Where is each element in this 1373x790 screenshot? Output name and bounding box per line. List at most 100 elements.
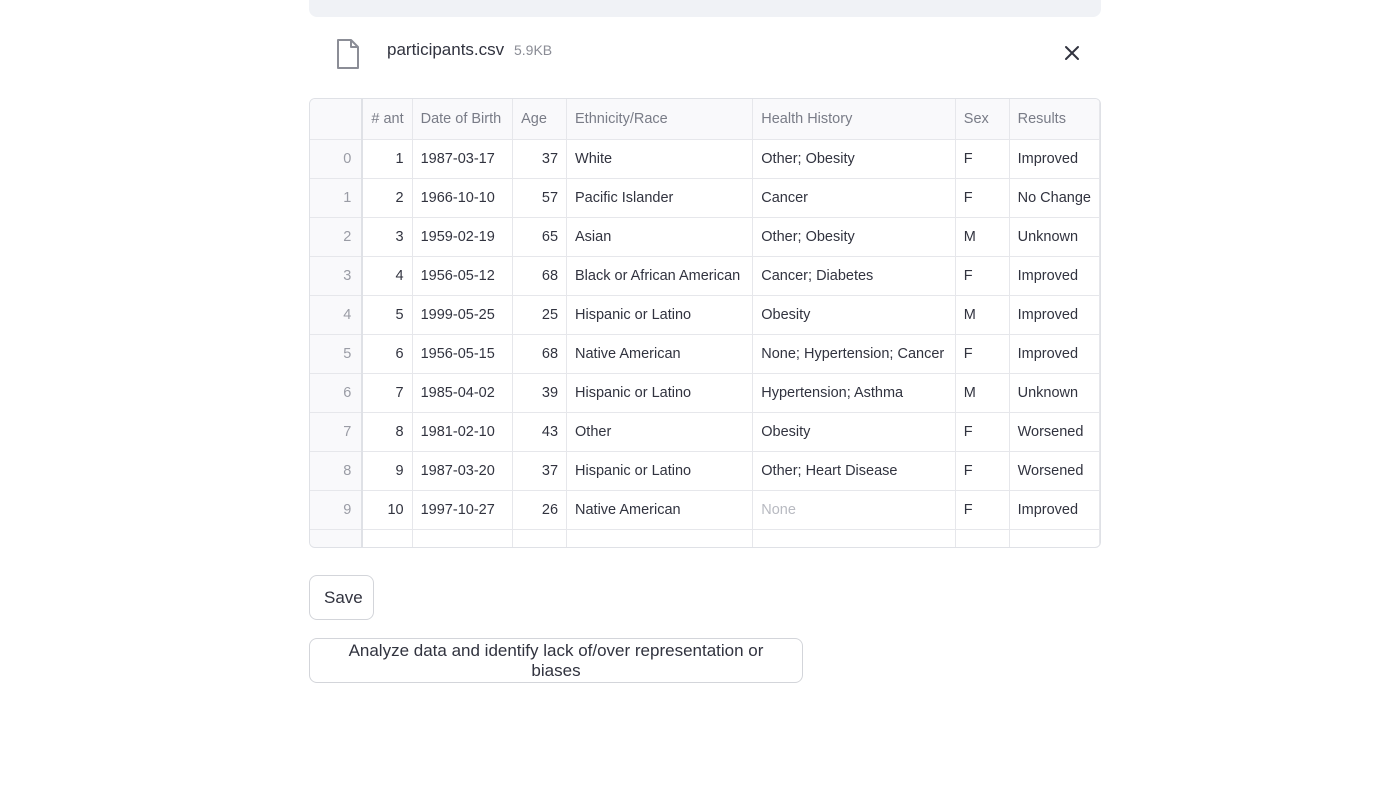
ethnicity-race-cell[interactable]: White bbox=[566, 139, 754, 179]
age-cell[interactable]: 68 bbox=[512, 256, 568, 296]
participant-number-cell[interactable]: 4 bbox=[362, 256, 413, 296]
header-participant-number[interactable]: ant # bbox=[362, 99, 413, 140]
save-button[interactable]: Save bbox=[309, 575, 374, 620]
date-of-birth-cell[interactable]: 1956-05-15 bbox=[412, 334, 514, 374]
age-cell[interactable]: 37 bbox=[512, 139, 568, 179]
participant-number-cell[interactable]: 5 bbox=[362, 295, 413, 335]
row-index: 9 bbox=[310, 490, 364, 530]
date-of-birth-cell[interactable]: 1981-02-10 bbox=[412, 412, 514, 452]
age-cell[interactable]: 65 bbox=[512, 217, 568, 257]
sex-cell[interactable]: F bbox=[955, 139, 1010, 179]
data-editor-grid[interactable]: ant # Date of Birth Age Ethnicity/Race H… bbox=[309, 98, 1101, 548]
table-row-partial bbox=[310, 529, 1100, 547]
sex-cell[interactable]: F bbox=[955, 490, 1010, 530]
age-cell[interactable]: 68 bbox=[512, 334, 568, 374]
header-results[interactable]: Results bbox=[1009, 99, 1100, 140]
health-history-cell[interactable]: Hypertension; Asthma bbox=[752, 373, 956, 413]
date-of-birth-cell[interactable]: 1987-03-20 bbox=[412, 451, 514, 491]
ethnicity-race-cell[interactable]: Other bbox=[566, 412, 754, 452]
participant-number-cell[interactable]: 1 bbox=[362, 139, 413, 179]
ethnicity-race-cell[interactable]: Black or African American bbox=[566, 256, 754, 296]
sex-cell[interactable]: F bbox=[955, 451, 1010, 491]
participant-number-cell[interactable]: 8 bbox=[362, 412, 413, 452]
health-history-cell[interactable]: Cancer; Diabetes bbox=[752, 256, 956, 296]
results-cell[interactable]: No Change bbox=[1009, 178, 1100, 218]
sex-cell[interactable]: M bbox=[955, 373, 1010, 413]
health-history-cell[interactable]: Other; Obesity bbox=[752, 139, 956, 179]
date-of-birth-cell[interactable]: 1959-02-19 bbox=[412, 217, 514, 257]
participant-number-cell[interactable]: 2 bbox=[362, 178, 413, 218]
sex-cell[interactable]: F bbox=[955, 256, 1010, 296]
ethnicity-race-cell[interactable]: Hispanic or Latino bbox=[566, 373, 754, 413]
row-index: 0 bbox=[310, 139, 364, 179]
sex-cell[interactable]: F bbox=[955, 412, 1010, 452]
header-date-of-birth[interactable]: Date of Birth bbox=[412, 99, 514, 140]
results-cell[interactable]: Improved bbox=[1009, 334, 1100, 374]
file-uploader-dropzone[interactable] bbox=[309, 0, 1101, 17]
table-row: 9 10 1997-10-27 26 Native American None F Impro… bbox=[310, 490, 1100, 530]
date-of-birth-cell[interactable]: 1987-03-17 bbox=[412, 139, 514, 179]
sex-cell[interactable]: M bbox=[955, 217, 1010, 257]
participant-number-cell[interactable]: 3 bbox=[362, 217, 413, 257]
age-cell[interactable]: 37 bbox=[512, 451, 568, 491]
health-history-cell[interactable]: None bbox=[752, 490, 956, 530]
participant-number-cell[interactable]: 7 bbox=[362, 373, 413, 413]
health-history-cell[interactable]: Obesity bbox=[752, 412, 956, 452]
row-index: 3 bbox=[310, 256, 364, 296]
header-health-history[interactable]: Health History bbox=[752, 99, 956, 140]
age-cell[interactable]: 25 bbox=[512, 295, 568, 335]
date-of-birth-cell[interactable]: 1966-10-10 bbox=[412, 178, 514, 218]
health-history-cell[interactable]: Cancer bbox=[752, 178, 956, 218]
results-cell[interactable]: Improved bbox=[1009, 490, 1100, 530]
age-cell[interactable]: 39 bbox=[512, 373, 568, 413]
date-of-birth-cell[interactable]: 1999-05-25 bbox=[412, 295, 514, 335]
age-cell[interactable]: 57 bbox=[512, 178, 568, 218]
health-history-cell[interactable]: Other; Heart Disease bbox=[752, 451, 956, 491]
results-cell[interactable]: Unknown bbox=[1009, 217, 1100, 257]
ethnicity-race-cell[interactable]: Pacific Islander bbox=[566, 178, 754, 218]
health-history-cell[interactable]: Other; Obesity bbox=[752, 217, 956, 257]
date-of-birth-cell[interactable]: 1997-10-27 bbox=[412, 490, 514, 530]
age-cell[interactable]: 26 bbox=[512, 490, 568, 530]
ethnicity-race-cell[interactable]: Native American bbox=[566, 490, 754, 530]
results-cell[interactable]: Worsened bbox=[1009, 451, 1100, 491]
ethnicity-race-cell[interactable]: Hispanic or Latino bbox=[566, 451, 754, 491]
table-row: 4 5 1999-05-25 25 Hispanic or Latino Obesity M… bbox=[310, 295, 1100, 335]
results-cell[interactable]: Improved bbox=[1009, 295, 1100, 335]
row-index: 1 bbox=[310, 178, 364, 218]
header-sex[interactable]: Sex bbox=[955, 99, 1010, 140]
results-cell bbox=[1009, 529, 1100, 547]
table-row: 5 6 1956-05-15 68 Native American None; Hyper… bbox=[310, 334, 1100, 374]
participant-number-cell[interactable]: 9 bbox=[362, 451, 413, 491]
ethnicity-race-cell[interactable]: Asian bbox=[566, 217, 754, 257]
analyze-data-button[interactable]: Analyze data and identify lack of/over r… bbox=[309, 638, 803, 683]
sex-cell[interactable]: F bbox=[955, 178, 1010, 218]
header-ethnicity-race[interactable]: Ethnicity/Race bbox=[566, 99, 754, 140]
sex-cell[interactable]: M bbox=[955, 295, 1010, 335]
date-of-birth-cell[interactable]: 1956-05-12 bbox=[412, 256, 514, 296]
file-name: participants.csv bbox=[387, 40, 505, 59]
age-cell[interactable]: 43 bbox=[512, 412, 568, 452]
results-cell[interactable]: Improved bbox=[1009, 139, 1100, 179]
row-index: 8 bbox=[310, 451, 364, 491]
sex-cell[interactable]: F bbox=[955, 334, 1010, 374]
ethnicity-race-cell[interactable]: Hispanic or Latino bbox=[566, 295, 754, 335]
close-icon[interactable] bbox=[1061, 42, 1083, 64]
table-row: 7 8 1981-02-10 43 Other Obesity F Worsened bbox=[310, 412, 1100, 452]
row-index: 5 bbox=[310, 334, 364, 374]
health-history-cell bbox=[752, 529, 956, 547]
table-row: 2 3 1959-02-19 65 Asian Other; Obesity M Unknow… bbox=[310, 217, 1100, 257]
header-index bbox=[310, 99, 364, 140]
ethnicity-race-cell[interactable]: Native American bbox=[566, 334, 754, 374]
results-cell[interactable]: Worsened bbox=[1009, 412, 1100, 452]
date-of-birth-cell bbox=[412, 529, 514, 547]
health-history-cell[interactable]: None; Hypertension; Cancer bbox=[752, 334, 956, 374]
date-of-birth-cell[interactable]: 1985-04-02 bbox=[412, 373, 514, 413]
participant-number-cell[interactable]: 10 bbox=[362, 490, 413, 530]
results-cell[interactable]: Improved bbox=[1009, 256, 1100, 296]
health-history-cell[interactable]: Obesity bbox=[752, 295, 956, 335]
uploaded-file-row: participants.csv 5.9KB bbox=[309, 30, 1101, 76]
results-cell[interactable]: Unknown bbox=[1009, 373, 1100, 413]
header-age[interactable]: Age bbox=[512, 99, 568, 140]
participant-number-cell[interactable]: 6 bbox=[362, 334, 413, 374]
